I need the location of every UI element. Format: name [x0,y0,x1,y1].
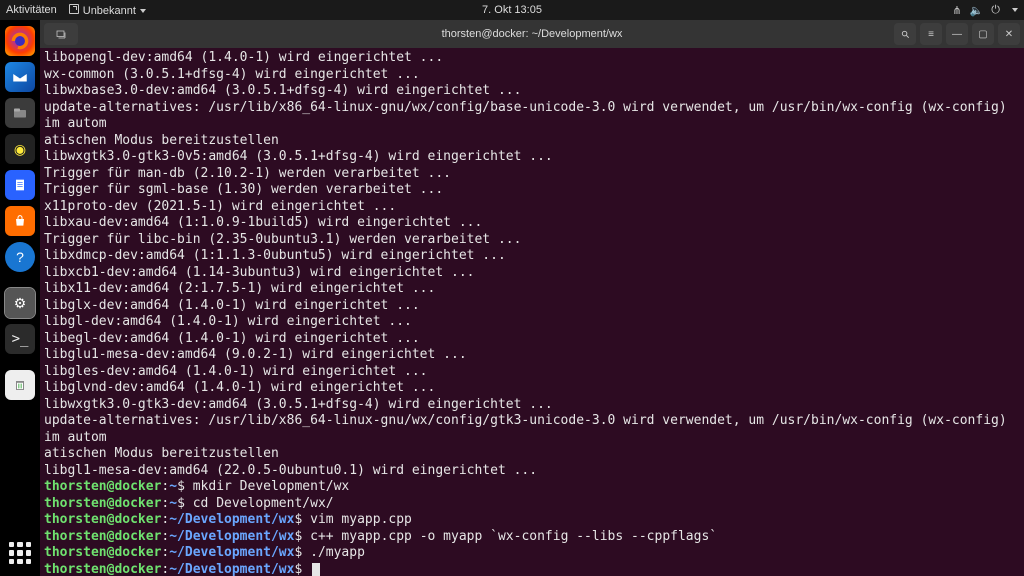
volume-icon: 🔈 [970,4,984,17]
terminal-output-line: libgl-dev:amd64 (1.4.0-1) wird eingerich… [44,314,1020,331]
dock-icon-firefox[interactable] [5,26,35,56]
hamburger-menu-button[interactable]: ≡ [920,23,942,45]
terminal-output-line: libxau-dev:amd64 (1:1.0.9-1build5) wird … [44,215,1020,232]
terminal-prompt-line: thorsten@docker:~$ mkdir Development/wx [44,479,1020,496]
terminal-prompt-line: thorsten@docker:~/Development/wx$ vim my… [44,512,1020,529]
terminal-output-line: update-alternatives: /usr/lib/x86_64-lin… [44,413,1020,446]
terminal-prompt-line: thorsten@docker:~/Development/wx$ [44,562,1020,576]
show-applications-button[interactable] [5,538,35,568]
dock: ◉ ? ⚙ >_ [0,20,40,576]
gnome-top-bar: Aktivitäten Unbekannt 7. Okt 13:05 ⋔ 🔈 ⏻ [0,0,1024,20]
power-icon: ⏻ [991,4,1000,17]
terminal-cursor [312,563,320,576]
chevron-down-icon [1012,8,1018,12]
terminal-content[interactable]: libopengl-dev:amd64 (1.4.0-1) wird einge… [40,48,1024,576]
terminal-output-line: libglu1-mesa-dev:amd64 (9.0.2-1) wird ei… [44,347,1020,364]
chevron-down-icon [140,9,146,13]
terminal-prompt-line: thorsten@docker:~$ cd Development/wx/ [44,496,1020,513]
dock-icon-document[interactable] [5,170,35,200]
maximize-button[interactable]: ▢ [972,23,994,45]
dock-icon-software[interactable] [5,206,35,236]
dock-icon-files[interactable] [5,98,35,128]
terminal-output-line: libwxbase3.0-dev:amd64 (3.0.5.1+dfsg-4) … [44,83,1020,100]
dock-icon-rhythmbox[interactable]: ◉ [5,134,35,164]
terminal-titlebar: thorsten@docker: ~/Development/wx ≡ — ▢ … [40,20,1024,48]
dock-icon-trash[interactable] [5,370,35,400]
unknown-app-icon [69,4,79,14]
terminal-output-line: libopengl-dev:amd64 (1.4.0-1) wird einge… [44,50,1020,67]
terminal-output-line: update-alternatives: /usr/lib/x86_64-lin… [44,100,1020,133]
terminal-prompt-line: thorsten@docker:~/Development/wx$ c++ my… [44,529,1020,546]
app-menu[interactable]: Unbekannt [69,4,146,17]
terminal-output-line: Trigger für libc-bin (2.35-0ubuntu3.1) w… [44,232,1020,249]
network-icon: ⋔ [952,4,961,17]
search-button[interactable] [894,23,916,45]
terminal-output-line: atischen Modus bereitzustellen [44,446,1020,463]
new-tab-button[interactable] [44,23,78,45]
minimize-button[interactable]: — [946,23,968,45]
activities-button[interactable]: Aktivitäten [6,4,57,16]
terminal-output-line: libxdmcp-dev:amd64 (1:1.1.3-0ubuntu5) wi… [44,248,1020,265]
terminal-output-line: libgl1-mesa-dev:amd64 (22.0.5-0ubuntu0.1… [44,463,1020,480]
terminal-output-line: libxcb1-dev:amd64 (1.14-3ubuntu3) wird e… [44,265,1020,282]
terminal-output-line: libglx-dev:amd64 (1.4.0-1) wird eingeric… [44,298,1020,315]
terminal-output-line: libegl-dev:amd64 (1.4.0-1) wird eingeric… [44,331,1020,348]
dock-icon-settings[interactable]: ⚙ [5,288,35,318]
clock[interactable]: 7. Okt 13:05 [482,4,542,16]
terminal-output-line: libglvnd-dev:amd64 (1.4.0-1) wird einger… [44,380,1020,397]
close-button[interactable]: ✕ [998,23,1020,45]
dock-icon-help[interactable]: ? [5,242,35,272]
terminal-output-line: libgles-dev:amd64 (1.4.0-1) wird eingeri… [44,364,1020,381]
terminal-output-line: wx-common (3.0.5.1+dfsg-4) wird eingeric… [44,67,1020,84]
system-status-area[interactable]: ⋔ 🔈 ⏻ [952,4,1018,17]
terminal-window: thorsten@docker: ~/Development/wx ≡ — ▢ … [40,20,1024,576]
window-title: thorsten@docker: ~/Development/wx [442,28,623,40]
terminal-output-line: Trigger für man-db (2.10.2-1) werden ver… [44,166,1020,183]
terminal-output-line: Trigger für sgml-base (1.30) werden vera… [44,182,1020,199]
terminal-output-line: x11proto-dev (2021.5-1) wird eingerichte… [44,199,1020,216]
dock-icon-thunderbird[interactable] [5,62,35,92]
terminal-output-line: libwxgtk3.0-gtk3-0v5:amd64 (3.0.5.1+dfsg… [44,149,1020,166]
terminal-output-line: libx11-dev:amd64 (2:1.7.5-1) wird einger… [44,281,1020,298]
terminal-output-line: libwxgtk3.0-gtk3-dev:amd64 (3.0.5.1+dfsg… [44,397,1020,414]
terminal-output-line: atischen Modus bereitzustellen [44,133,1020,150]
terminal-prompt-line: thorsten@docker:~/Development/wx$ ./myap… [44,545,1020,562]
dock-icon-terminal[interactable]: >_ [5,324,35,354]
